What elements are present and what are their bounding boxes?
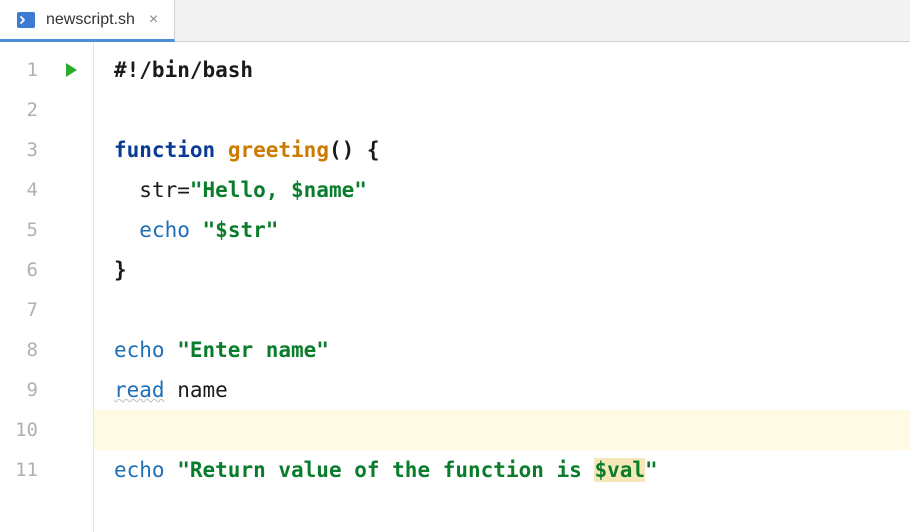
code-line: echo "Return value of the function is $v… <box>114 450 910 490</box>
code-line: str="Hello, $name" <box>114 170 910 210</box>
run-gutter <box>48 42 94 532</box>
code-line: #!/bin/bash <box>114 50 910 90</box>
run-icon[interactable] <box>62 61 80 79</box>
code-line-current <box>94 410 910 450</box>
line-number[interactable]: 3 <box>0 130 48 170</box>
line-number[interactable]: 10 <box>0 410 48 450</box>
code-line: echo "$str" <box>114 210 910 250</box>
line-number[interactable]: 4 <box>0 170 48 210</box>
line-number[interactable]: 7 <box>0 290 48 330</box>
tab-bar: newscript.sh × <box>0 0 910 42</box>
line-number[interactable]: 9 <box>0 370 48 410</box>
code-line: } <box>114 250 910 290</box>
line-number[interactable]: 8 <box>0 330 48 370</box>
line-number[interactable]: 11 <box>0 450 48 490</box>
code-editor: 1 2 3 4 5 6 7 8 9 10 11 #!/bin/bash <box>0 42 910 532</box>
code-line <box>114 90 910 130</box>
tab-newscript[interactable]: newscript.sh × <box>0 0 175 42</box>
line-number[interactable]: 2 <box>0 90 48 130</box>
code-line: function greeting() { <box>114 130 910 170</box>
terminal-file-icon <box>16 10 36 30</box>
code-line <box>114 290 910 330</box>
line-number[interactable]: 1 <box>0 50 48 90</box>
line-number-gutter: 1 2 3 4 5 6 7 8 9 10 11 <box>0 42 48 532</box>
line-number[interactable]: 5 <box>0 210 48 250</box>
code-area[interactable]: #!/bin/bash function greeting() { str="H… <box>94 42 910 532</box>
close-icon[interactable]: × <box>145 11 162 29</box>
code-line: read name <box>114 370 910 410</box>
line-number[interactable]: 6 <box>0 250 48 290</box>
tab-label: newscript.sh <box>46 11 135 29</box>
code-line: echo "Enter name" <box>114 330 910 370</box>
